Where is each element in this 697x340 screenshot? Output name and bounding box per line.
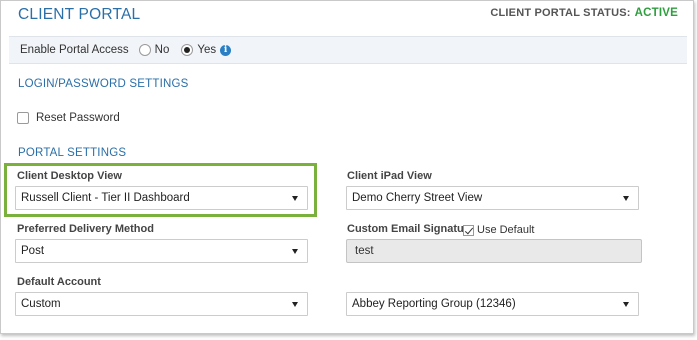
status-badge: ACTIVE <box>634 7 678 19</box>
client-ipad-view-value: Demo Cherry Street View <box>352 192 483 204</box>
preferred-delivery-method-value: Post <box>21 245 45 257</box>
custom-email-signature-label: Custom Email Signature <box>347 223 475 235</box>
portal-status: CLIENT PORTAL STATUS: ACTIVE <box>490 7 678 19</box>
portal-settings-heading: PORTAL SETTINGS <box>18 147 127 159</box>
radio-option-yes[interactable]: Yes <box>181 44 216 56</box>
enable-portal-access-label: Enable Portal Access <box>20 44 129 56</box>
radio-option-no[interactable]: No <box>138 44 170 56</box>
reporting-group-value: Abbey Reporting Group (12346) <box>352 298 516 310</box>
preferred-delivery-method-select[interactable]: Post <box>15 239 308 263</box>
default-account-value: Custom <box>21 298 61 310</box>
use-default-checkbox[interactable] <box>463 224 474 236</box>
default-account-label: Default Account <box>17 276 101 288</box>
use-default-option[interactable]: Use Default <box>463 224 534 236</box>
client-ipad-view-select[interactable]: Demo Cherry Street View <box>346 186 639 210</box>
chevron-down-icon <box>292 196 298 201</box>
chevron-down-icon <box>623 302 629 307</box>
radio-yes[interactable] <box>181 44 194 56</box>
radio-yes-label: Yes <box>197 44 217 56</box>
client-ipad-view-label: Client iPad View <box>347 170 432 182</box>
client-desktop-view-label: Client Desktop View <box>17 170 122 182</box>
radio-no-label: No <box>154 44 170 56</box>
client-portal-panel: CLIENT PORTAL CLIENT PORTAL STATUS: ACTIV… <box>0 0 694 334</box>
default-account-select[interactable]: Custom <box>15 292 308 316</box>
chevron-down-icon <box>292 249 298 254</box>
login-password-settings-heading: LOGIN/PASSWORD SETTINGS <box>18 78 189 90</box>
chevron-down-icon <box>623 196 629 201</box>
status-label: CLIENT PORTAL STATUS: <box>490 7 631 19</box>
radio-no[interactable] <box>138 44 151 56</box>
preferred-delivery-method-label: Preferred Delivery Method <box>17 223 154 235</box>
use-default-label: Use Default <box>477 224 535 236</box>
info-icon[interactable]: i <box>220 44 232 56</box>
client-desktop-view-select[interactable]: Russell Client - Tier II Dashboard <box>15 186 308 210</box>
chevron-down-icon <box>292 302 298 307</box>
page-title: CLIENT PORTAL <box>18 6 141 23</box>
client-desktop-view-value: Russell Client - Tier II Dashboard <box>21 192 190 204</box>
reporting-group-select[interactable]: Abbey Reporting Group (12346) <box>346 292 639 316</box>
custom-email-signature-field[interactable]: test <box>346 239 642 263</box>
reset-password-checkbox[interactable] <box>17 112 29 124</box>
enable-portal-access-bar: Enable Portal Access No Yes i <box>9 36 687 64</box>
reset-password-label: Reset Password <box>36 112 120 124</box>
